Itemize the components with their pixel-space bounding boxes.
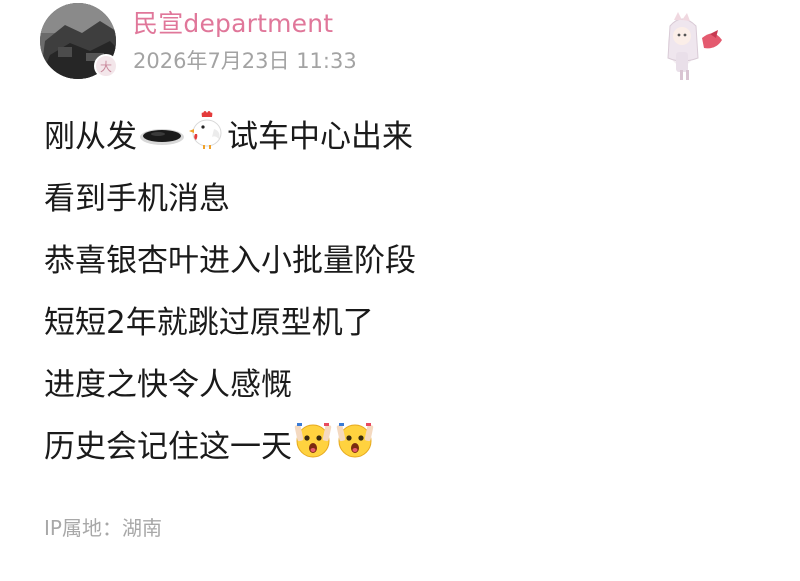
content-line: 看到手机消息 xyxy=(44,168,744,230)
content-text: 试车中心出来 xyxy=(227,119,413,155)
content-line: 进度之快令人感慨 xyxy=(44,354,744,416)
level-badge: 大 xyxy=(94,54,118,78)
content-text: 进度之快令人感慨 xyxy=(44,367,292,403)
content-line: 历史会记住这一天 xyxy=(44,416,744,478)
content-text: 刚从发 xyxy=(44,119,137,155)
anime-girl-sticker-icon xyxy=(652,8,744,84)
content-text: 看到手机消息 xyxy=(44,181,230,217)
content-line: 恭喜银杏叶进入小批量阶段 xyxy=(44,230,744,292)
content-text: 恭喜银杏叶进入小批量阶段 xyxy=(44,243,416,279)
shocked-face-icon xyxy=(335,419,375,475)
avatar[interactable]: 大 xyxy=(40,3,120,83)
pothole-icon xyxy=(138,111,186,163)
content-text: 短短2年就跳过原型机了 xyxy=(44,305,374,341)
content-text: 历史会记住这一天 xyxy=(44,429,292,465)
content-line: 刚从发 试车中心出来 xyxy=(44,106,744,168)
chicken-icon xyxy=(188,109,226,165)
shocked-face-icon xyxy=(293,419,333,475)
post-card: 大 民宣department 2026年7月23日 11:33 刚从发 试车中心… xyxy=(0,0,800,581)
post-content: 刚从发 试车中心出来 看到手机消息 恭喜银杏叶进入小批量阶段 短短2年就跳过原型… xyxy=(44,106,744,478)
username[interactable]: 民宣department xyxy=(133,4,333,40)
ip-location: IP属地：湖南 xyxy=(44,516,162,540)
content-line: 短短2年就跳过原型机了 xyxy=(44,292,744,354)
post-timestamp: 2026年7月23日 11:33 xyxy=(133,49,357,73)
